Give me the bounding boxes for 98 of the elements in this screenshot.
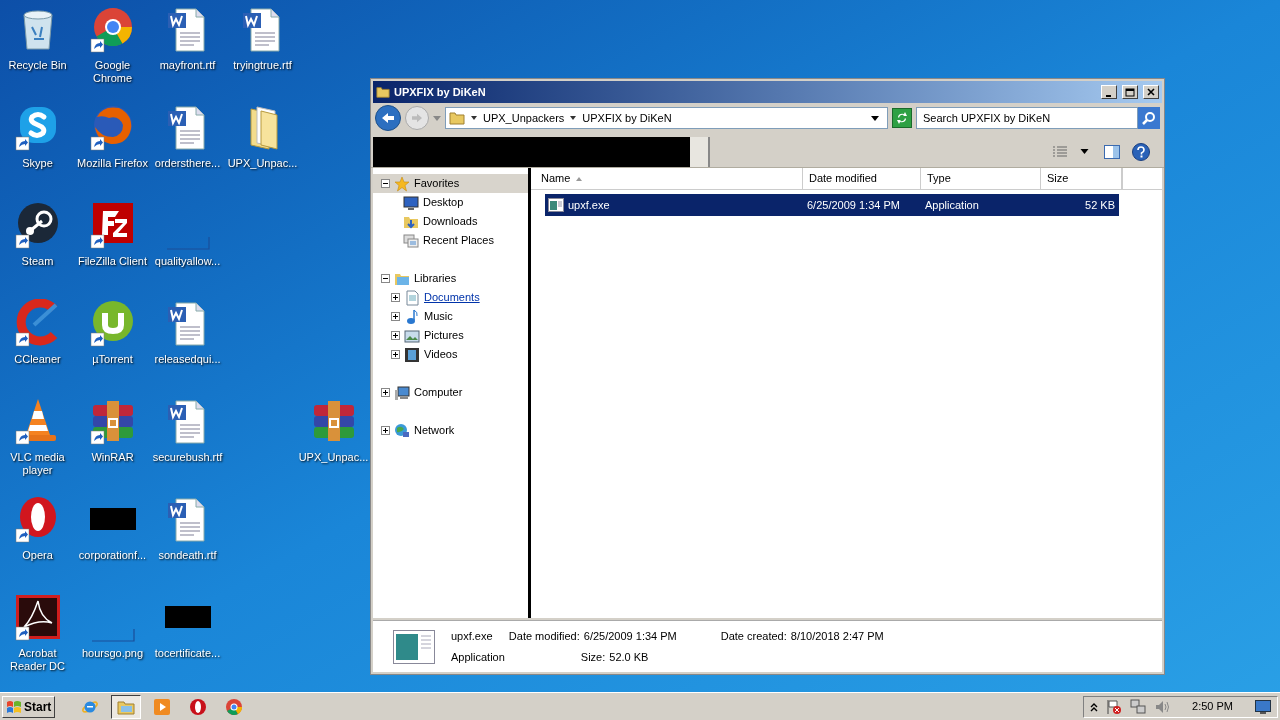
folder-icon — [376, 85, 390, 99]
icon-label[interactable]: WinRAR — [91, 451, 134, 464]
expand-icon[interactable] — [381, 388, 390, 397]
taskbar-button[interactable] — [111, 694, 142, 719]
icon-label[interactable]: Steam — [21, 255, 54, 268]
color-wheel-icon — [225, 697, 244, 716]
field-value: 8/10/2018 2:47 PM — [790, 629, 884, 644]
icon-label[interactable]: FileZilla Client — [77, 255, 148, 268]
address-bar[interactable]: UPX_Unpackers UPXFIX by DiKeN — [445, 107, 888, 129]
table-cell-text: Application — [925, 197, 980, 213]
start-button[interactable]: Start — [2, 695, 56, 718]
expand-icon[interactable] — [391, 331, 400, 340]
picture-icon — [404, 327, 420, 344]
icon-label[interactable]: µTorrent — [92, 353, 133, 366]
nav-item[interactable]: Music — [373, 307, 528, 326]
icon-label[interactable]: sondeath.rtf — [158, 549, 217, 562]
expand-icon[interactable] — [391, 350, 400, 359]
nav-item[interactable]: Pictures — [373, 326, 528, 345]
icon-label[interactable]: Acrobat Reader DC — [0, 647, 75, 673]
preview-pane-icon[interactable] — [1104, 144, 1120, 159]
file-row[interactable]: upxf.exe 6/25/2009 1:34 PM Application 52 KB — [545, 194, 1119, 216]
sort-arrow-icon — [576, 176, 583, 181]
expand-icon[interactable] — [381, 426, 390, 435]
icon-label[interactable]: securebush.rtf — [152, 451, 223, 464]
back-arrow-icon[interactable] — [381, 112, 395, 124]
chevron-up-icon[interactable] — [1090, 701, 1099, 712]
field-label: Date created: — [720, 629, 787, 644]
nav-item[interactable]: Libraries — [373, 269, 528, 288]
computer-icon — [394, 384, 410, 401]
windows-flag-icon — [6, 699, 22, 714]
clock[interactable]: 2:50 PM — [1192, 698, 1233, 715]
application-icon — [548, 198, 564, 212]
table-cell-text: 6/25/2009 1:34 PM — [807, 197, 901, 213]
film-icon — [404, 346, 420, 363]
field-label: Date modified: — [508, 629, 580, 644]
caret-icon[interactable] — [1080, 149, 1089, 154]
icon-label[interactable]: Skype — [22, 157, 53, 170]
application-icon — [393, 629, 435, 664]
breadcrumb-item[interactable]: UPX_Unpackers — [483, 109, 565, 127]
caret-icon[interactable] — [471, 115, 477, 121]
document-icon — [404, 289, 420, 306]
details-name: upxf.exe — [451, 629, 494, 644]
star-icon — [394, 175, 410, 192]
icon-label[interactable]: VLC media player — [0, 451, 75, 477]
collapse-icon[interactable] — [381, 179, 390, 188]
field-label: Size: — [580, 649, 606, 665]
nav-item[interactable]: Downloads — [373, 212, 528, 231]
expand-icon[interactable] — [391, 293, 400, 302]
table-cell-text: 52 KB — [1084, 197, 1116, 213]
nav-item[interactable]: Favorites — [373, 174, 528, 193]
collapse-icon[interactable] — [381, 274, 390, 283]
nav-item[interactable]: Videos — [373, 345, 528, 364]
details-type: Application — [451, 649, 505, 665]
toolbar-grip — [690, 136, 710, 167]
icon-label[interactable]: Google Chrome — [75, 59, 150, 85]
icon-label[interactable]: Recycle Bin — [8, 59, 67, 72]
network-icon[interactable] — [1130, 698, 1147, 715]
file-name: upxf.exe — [568, 197, 610, 213]
nav-item[interactable]: Recent Places — [373, 231, 528, 250]
music-note-icon — [404, 308, 420, 325]
icon-label[interactable]: Opera — [22, 549, 53, 562]
icon-label[interactable]: mayfront.rtf — [159, 59, 216, 72]
windows-icon — [403, 232, 419, 249]
nav-item[interactable]: Computer — [373, 383, 528, 402]
search-field[interactable]: Search UPXFIX by DiKeN — [916, 107, 1138, 129]
monitor-icon — [403, 194, 419, 211]
globe-icon — [394, 422, 410, 439]
nav-item[interactable]: Desktop — [373, 193, 528, 212]
nav-item[interactable]: Documents — [373, 288, 528, 307]
ring-icon — [189, 697, 208, 716]
caret-icon[interactable] — [570, 115, 577, 121]
folder-icon — [449, 110, 465, 126]
refresh-icon[interactable] — [896, 112, 908, 124]
search-icon[interactable] — [1138, 107, 1160, 129]
icon-label[interactable]: releasedqui... — [154, 353, 221, 366]
field-value: 6/25/2009 1:34 PM — [583, 629, 677, 644]
icon-label[interactable]: qualityallow... — [154, 255, 221, 268]
icon-label[interactable]: UPX_Unpac... — [298, 451, 369, 464]
show-desktop-icon[interactable] — [1255, 699, 1271, 714]
help-icon[interactable] — [1132, 142, 1150, 161]
icon-label[interactable]: UPX_Unpac... — [227, 157, 298, 170]
breadcrumb-item[interactable]: UPXFIX by DiKeN — [582, 109, 672, 127]
window-title: UPXFIX by DiKeN — [394, 84, 487, 100]
icon-label[interactable]: tocertificate... — [154, 647, 221, 660]
icon-label[interactable]: corporationf... — [78, 549, 147, 562]
icon-label[interactable]: CCleaner — [14, 353, 61, 366]
dropdown-caret-icon[interactable] — [871, 115, 879, 121]
maximize-icon[interactable] — [1125, 87, 1135, 97]
play-icon — [153, 697, 172, 716]
close-icon[interactable] — [1146, 87, 1156, 97]
icon-label[interactable]: ordersthere... — [154, 157, 221, 170]
flag-warning-icon[interactable] — [1106, 698, 1123, 715]
icon-label[interactable]: hoursgo.png — [81, 647, 144, 660]
field-value: 52.0 KB — [609, 649, 649, 665]
nav-item[interactable]: Network — [373, 421, 528, 440]
icon-label[interactable]: Mozilla Firefox — [77, 157, 148, 170]
expand-icon[interactable] — [391, 312, 400, 321]
icon-label[interactable]: tryingtrue.rtf — [233, 59, 292, 72]
